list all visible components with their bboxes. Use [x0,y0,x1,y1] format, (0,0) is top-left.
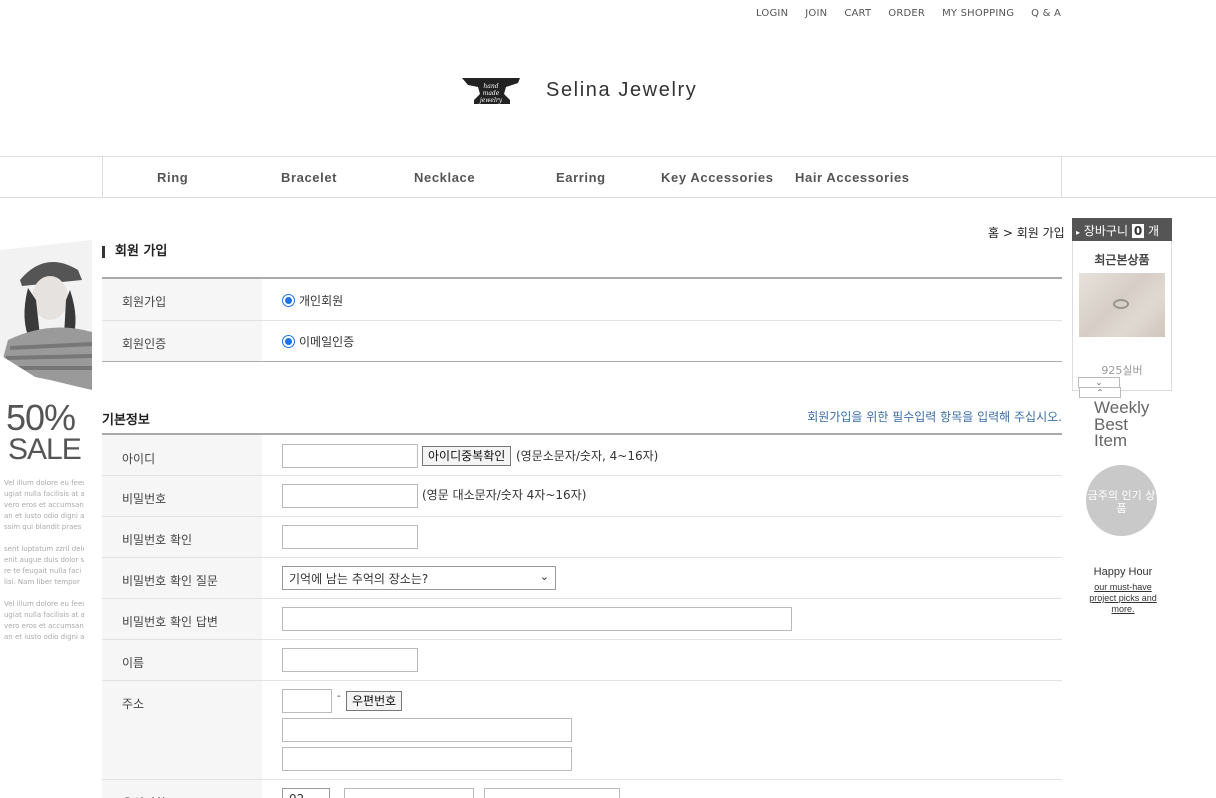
table-row: 유선전화 02 [102,780,1062,798]
page-title: 회원 가입 [102,245,167,258]
ring-image [1113,299,1129,309]
cart-count: 0 [1131,224,1145,238]
cart-label: 장바구니 [1083,224,1129,238]
cart-unit: 개 [1148,224,1160,238]
right-sidebar: ▸ 장바구니 0 개 최근본상품 925실버 ⌃ ⌄ [1072,218,1172,398]
address-line-1-input[interactable] [282,718,572,742]
row-label: 비밀번호 확인 답변 [102,599,262,639]
row-label: 이름 [102,640,262,680]
category-ring[interactable]: Ring [157,170,188,185]
order-link[interactable]: ORDER [888,8,925,19]
svg-text:hand: hand [483,83,498,90]
row-label: 비밀번호 확인 [102,517,262,557]
table-row: 회원가입 개인회원 [102,279,1062,321]
membership-table: 회원가입 개인회원 회원인증 이메일인증 [102,277,1062,362]
chevron-right-icon: ▸ [1076,228,1081,237]
phone-area-value: 02 [289,792,304,798]
password-answer-input[interactable] [282,607,792,631]
id-hint: (영문소문자/숫자, 4~16자) [516,449,659,463]
table-row: 비밀번호 확인 질문 기억에 남는 추억의 장소는? ⌄ [102,558,1062,599]
table-row: 이름 [102,640,1062,681]
row-label: 비밀번호 확인 질문 [102,558,262,598]
email-auth-label: 이메일인증 [299,335,355,349]
section-note: 회원가입을 위한 필수입력 항목을 입력해 주십시오. [807,410,1062,424]
category-nav: Ring Bracelet Necklace Earring Key Acces… [0,156,1216,198]
svg-text:jewelry: jewelry [478,97,503,104]
scroll-up-icon[interactable]: ⌃ [1079,387,1121,398]
zipcode-input-1[interactable] [282,689,332,713]
row-label: 회원인증 [102,321,262,361]
phone-middle-input[interactable] [344,788,474,798]
personal-member-radio[interactable] [282,294,295,307]
join-link[interactable]: JOIN [805,8,827,19]
svg-text:made: made [483,90,500,97]
breadcrumb: 홈 > 회원 가입 [988,226,1065,240]
basic-info-table: 아이디 아이디중복확인 (영문소문자/숫자, 4~16자) 비밀번호 (영문 대… [102,433,1062,798]
row-label: 아이디 [102,435,262,475]
happy-hour-link[interactable]: our must-have project picks and more. [1080,582,1166,615]
row-label: 비밀번호 [102,476,262,516]
sale-label: SALE [8,433,82,466]
password-hint: (영문 대소문자/숫자 4자~16자) [422,488,587,502]
phone-area-select[interactable]: 02 [282,788,330,798]
model-photo [0,240,93,400]
logo-text: Selina Jewelry [546,78,698,101]
row-label: 주소 [102,681,262,779]
top-nav: LOGIN JOIN CART ORDER MY SHOPPING Q & A [756,8,1078,19]
recent-title: 최근본상품 [1094,253,1150,267]
recent-products: 최근본상품 925실버 ⌃ [1072,241,1172,398]
password-input[interactable] [282,484,418,508]
row-label: 유선전화 [102,780,262,798]
weekly-hot-button[interactable]: 금주의 인기 상품 [1086,465,1157,536]
personal-member-label: 개인회원 [299,294,344,308]
cart-link[interactable]: CART [844,8,871,19]
table-row: 주소 - 우편번호 [102,681,1062,780]
category-hair-accessories[interactable]: Hair Accessories [795,170,910,185]
recent-product-name[interactable]: 925실버 [1073,362,1171,378]
row-label: 회원가입 [102,279,262,320]
id-check-button[interactable]: 아이디중복확인 [422,446,512,466]
address-line-2-input[interactable] [282,747,572,771]
banner-body-text: Vel illum dolore eu feeu ugiat nulla fac… [4,479,84,641]
user-id-input[interactable] [282,444,418,468]
table-row: 비밀번호 확인 답변 [102,599,1062,640]
cart-summary[interactable]: ▸ 장바구니 0 개 [1072,218,1172,241]
site-logo[interactable]: hand made jewelry Selina Jewelry [460,74,697,106]
table-row: 비밀번호 확인 [102,517,1062,558]
category-bracelet[interactable]: Bracelet [281,170,337,185]
scroll-down-icon[interactable]: ⌄ [1078,377,1120,388]
qna-link[interactable]: Q & A [1031,8,1061,19]
email-auth-radio[interactable] [282,335,295,348]
recent-product-thumbnail[interactable] [1079,273,1165,337]
category-key-accessories[interactable]: Key Accessories [661,170,774,185]
table-row: 비밀번호 (영문 대소문자/숫자 4자~16자) [102,476,1062,517]
table-row: 회원인증 이메일인증 [102,321,1062,361]
name-input[interactable] [282,648,418,672]
sale-banner[interactable]: 50% SALE Vel illum dolore eu feeu ugiat … [0,240,93,641]
anvil-logo-icon: hand made jewelry [460,74,522,106]
weekly-best-title: Weekly Best Item [1094,398,1150,450]
password-question-value: 기억에 남는 추억의 장소는? [289,572,429,586]
category-necklace[interactable]: Necklace [414,170,475,185]
table-row: 아이디 아이디중복확인 (영문소문자/숫자, 4~16자) [102,435,1062,476]
section-title: 기본정보 [102,413,150,428]
password-confirm-input[interactable] [282,525,418,549]
phone-last-input[interactable] [484,788,620,798]
zipcode-dash: - [337,691,341,702]
my-shopping-link[interactable]: MY SHOPPING [942,8,1014,19]
happy-hour-title: Happy Hour [1093,566,1153,578]
login-link[interactable]: LOGIN [756,8,788,19]
zipcode-button[interactable]: 우편번호 [346,691,403,711]
chevron-down-icon: ⌄ [539,570,549,583]
category-earring[interactable]: Earring [556,170,606,185]
password-question-select[interactable]: 기억에 남는 추억의 장소는? ⌄ [282,566,556,590]
